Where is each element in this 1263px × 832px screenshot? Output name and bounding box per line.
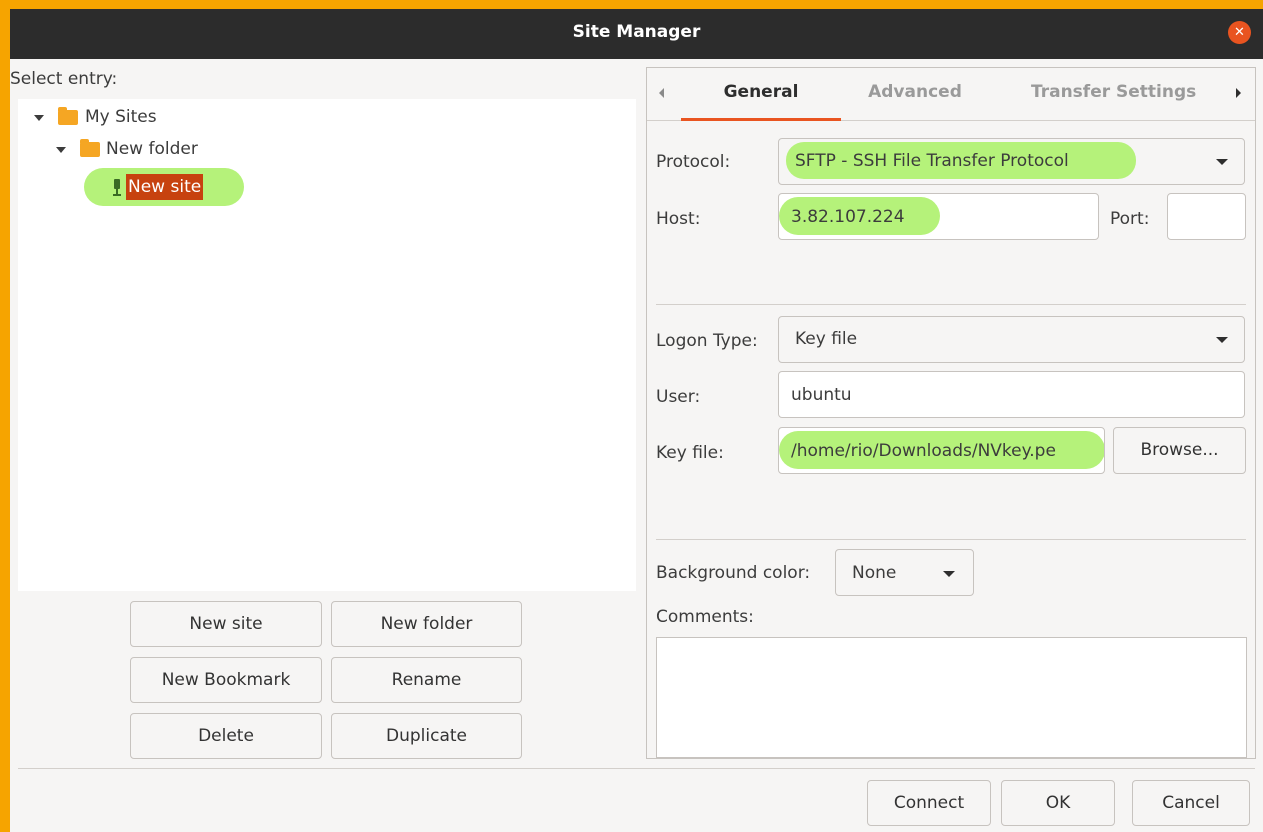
logon-type-select[interactable]: Key file — [778, 316, 1245, 363]
chevron-down-icon — [1216, 159, 1228, 165]
divider — [656, 539, 1246, 540]
user-input[interactable]: ubuntu — [778, 371, 1245, 418]
delete-button[interactable]: Delete — [130, 713, 322, 759]
tree-item-label-selected: New site — [126, 174, 204, 200]
tree-item-label: My Sites — [85, 107, 157, 127]
tab-transfer-settings[interactable]: Transfer Settings — [1031, 82, 1196, 102]
divider — [656, 304, 1246, 305]
new-site-button[interactable]: New site — [130, 601, 322, 647]
expander-down-icon[interactable] — [56, 147, 66, 153]
tab-advanced[interactable]: Advanced — [841, 82, 989, 102]
close-icon[interactable]: ✕ — [1228, 21, 1251, 44]
host-label: Host: — [656, 209, 701, 229]
expander-down-icon[interactable] — [34, 115, 44, 121]
port-input[interactable] — [1167, 193, 1246, 240]
select-entry-label: Select entry: — [10, 69, 118, 89]
host-input[interactable]: 3.82.107.224 — [778, 193, 1099, 240]
new-folder-button[interactable]: New folder — [331, 601, 522, 647]
tab-general[interactable]: General — [681, 68, 841, 121]
protocol-select[interactable]: SFTP - SSH File Transfer Protocol — [778, 138, 1245, 185]
active-tab-indicator — [681, 118, 841, 121]
cancel-button[interactable]: Cancel — [1132, 780, 1250, 826]
duplicate-button[interactable]: Duplicate — [331, 713, 522, 759]
browse-button[interactable]: Browse... — [1113, 427, 1246, 474]
key-file-value: /home/rio/Downloads/NVkey.pe — [791, 441, 1056, 461]
folder-icon — [80, 139, 100, 157]
background-color-select[interactable]: None — [835, 549, 974, 596]
new-bookmark-button[interactable]: New Bookmark — [130, 657, 322, 703]
logon-type-value: Key file — [795, 329, 858, 349]
host-value: 3.82.107.224 — [791, 207, 905, 227]
logon-type-label: Logon Type: — [656, 331, 758, 351]
comments-textarea[interactable] — [656, 637, 1247, 758]
settings-panel: General Advanced Transfer Settings Proto… — [646, 67, 1256, 759]
background-color-value: None — [852, 563, 897, 583]
rename-button[interactable]: Rename — [331, 657, 522, 703]
port-label: Port: — [1110, 209, 1150, 229]
tab-scroll-left-icon[interactable] — [659, 88, 664, 98]
window-title: Site Manager — [572, 22, 701, 42]
site-icon — [112, 178, 122, 196]
site-tree[interactable]: My Sites New folder New site — [18, 99, 636, 591]
folder-icon — [58, 107, 78, 125]
user-label: User: — [656, 387, 701, 407]
tab-scroll-right-icon[interactable] — [1236, 88, 1241, 98]
tree-item-label: New folder — [106, 139, 198, 159]
user-value: ubuntu — [791, 385, 852, 405]
title-bar: Site Manager ✕ — [10, 9, 1263, 59]
tab-label: General — [723, 82, 799, 102]
divider — [18, 768, 1255, 769]
tab-strip: General Advanced Transfer Settings — [647, 68, 1255, 121]
protocol-value: SFTP - SSH File Transfer Protocol — [795, 151, 1069, 171]
site-manager-window: Site Manager ✕ Select entry: My Sites Ne… — [10, 9, 1263, 832]
chevron-down-icon — [943, 571, 955, 577]
key-file-input[interactable]: /home/rio/Downloads/NVkey.pe — [778, 427, 1105, 474]
connect-button[interactable]: Connect — [867, 780, 991, 826]
background-color-label: Background color: — [656, 563, 811, 583]
protocol-label: Protocol: — [656, 152, 731, 172]
chevron-down-icon — [1216, 337, 1228, 343]
ok-button[interactable]: OK — [1001, 780, 1115, 826]
key-file-label: Key file: — [656, 443, 724, 463]
comments-label: Comments: — [656, 607, 754, 627]
